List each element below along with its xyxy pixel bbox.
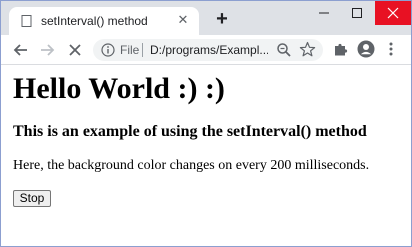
tab-title: setInterval() method (41, 14, 148, 28)
stop-loading-icon[interactable] (65, 40, 85, 60)
page-subheading: This is an example of using the setInter… (13, 123, 367, 140)
scheme-label: File (120, 43, 140, 57)
bookmark-star-icon[interactable] (299, 41, 316, 58)
extensions-puzzle-icon[interactable] (333, 41, 349, 57)
browser-toolbar: File D:/programs/Exampl... (1, 35, 411, 65)
page-heading: Hello World :) :) (13, 72, 225, 105)
address-separator (142, 43, 143, 57)
maximize-window-icon[interactable] (340, 1, 374, 25)
browser-menu-icon[interactable] (383, 41, 399, 57)
page-content: Hello World :) :) This is an example of … (1, 66, 411, 246)
tab-close-icon[interactable]: ✕ (175, 12, 191, 28)
url-text[interactable]: D:/programs/Exampl... (150, 43, 268, 57)
browser-tab[interactable]: setInterval() method ✕ (9, 7, 199, 35)
browser-window: setInterval() method ✕ + File D:/program… (0, 0, 412, 247)
page-paragraph: Here, the background color changes on ev… (13, 158, 370, 173)
site-info-icon[interactable] (101, 43, 115, 57)
minimize-window-icon[interactable] (307, 1, 341, 25)
profile-avatar-icon[interactable] (357, 40, 375, 58)
close-window-icon[interactable] (375, 1, 411, 25)
tab-strip: setInterval() method ✕ + (1, 1, 411, 35)
address-bar[interactable]: File D:/programs/Exampl... (93, 39, 323, 61)
page-favicon-icon (21, 15, 32, 27)
forward-arrow-icon[interactable] (37, 40, 57, 60)
back-arrow-icon[interactable] (11, 40, 31, 60)
zoom-icon[interactable] (276, 42, 292, 58)
new-tab-button[interactable]: + (213, 9, 231, 29)
stop-button[interactable]: Stop (13, 190, 51, 207)
